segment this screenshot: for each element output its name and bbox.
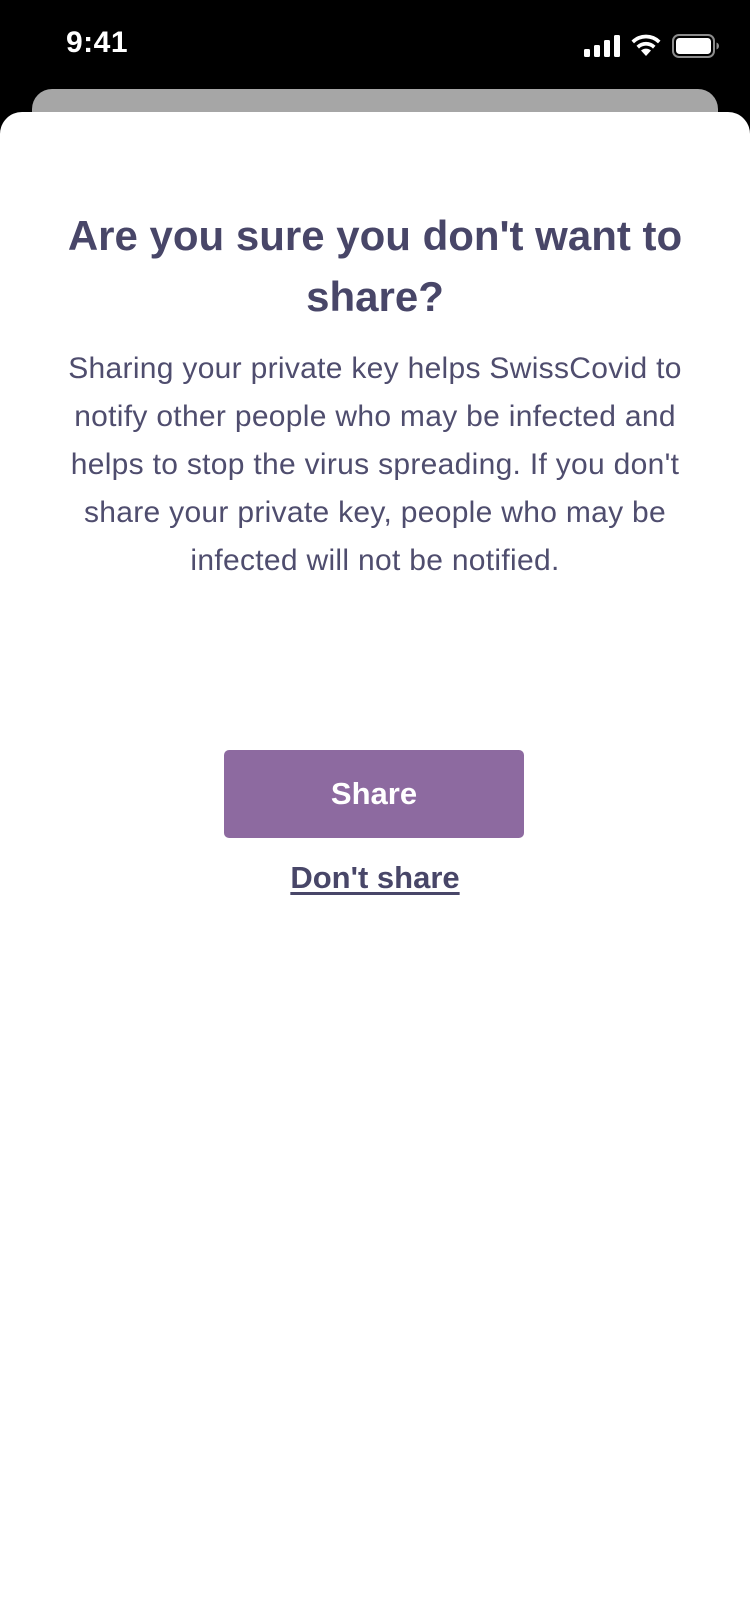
dialog-title: Are you sure you don't want to share? [67,212,683,320]
dialog-body-text: Sharing your private key helps SwissCovi… [68,352,682,577]
status-icons [584,34,720,63]
share-button[interactable]: Share [224,750,524,838]
wifi-icon [630,34,662,63]
dont-share-link[interactable]: Don't share [225,860,525,896]
status-time: 9:41 [66,26,129,59]
status-bar: 9:41 [0,0,750,92]
modal-sheet: Are you sure you don't want to share? Sh… [0,112,750,1624]
cellular-signal-icon [584,35,620,62]
battery-icon [672,34,720,63]
